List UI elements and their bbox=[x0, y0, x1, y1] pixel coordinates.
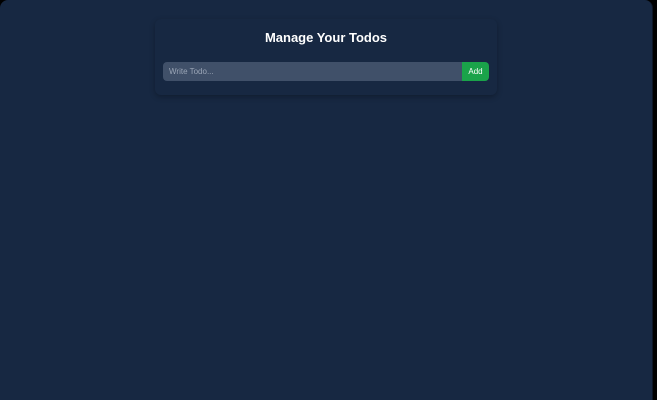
todo-card: Manage Your Todos Add bbox=[155, 19, 497, 95]
todo-input[interactable] bbox=[163, 62, 462, 81]
page-title: Manage Your Todos bbox=[264, 30, 388, 45]
todo-form: Add bbox=[163, 62, 489, 81]
app-window: Manage Your Todos Add bbox=[0, 0, 653, 400]
add-button[interactable]: Add bbox=[462, 62, 489, 81]
